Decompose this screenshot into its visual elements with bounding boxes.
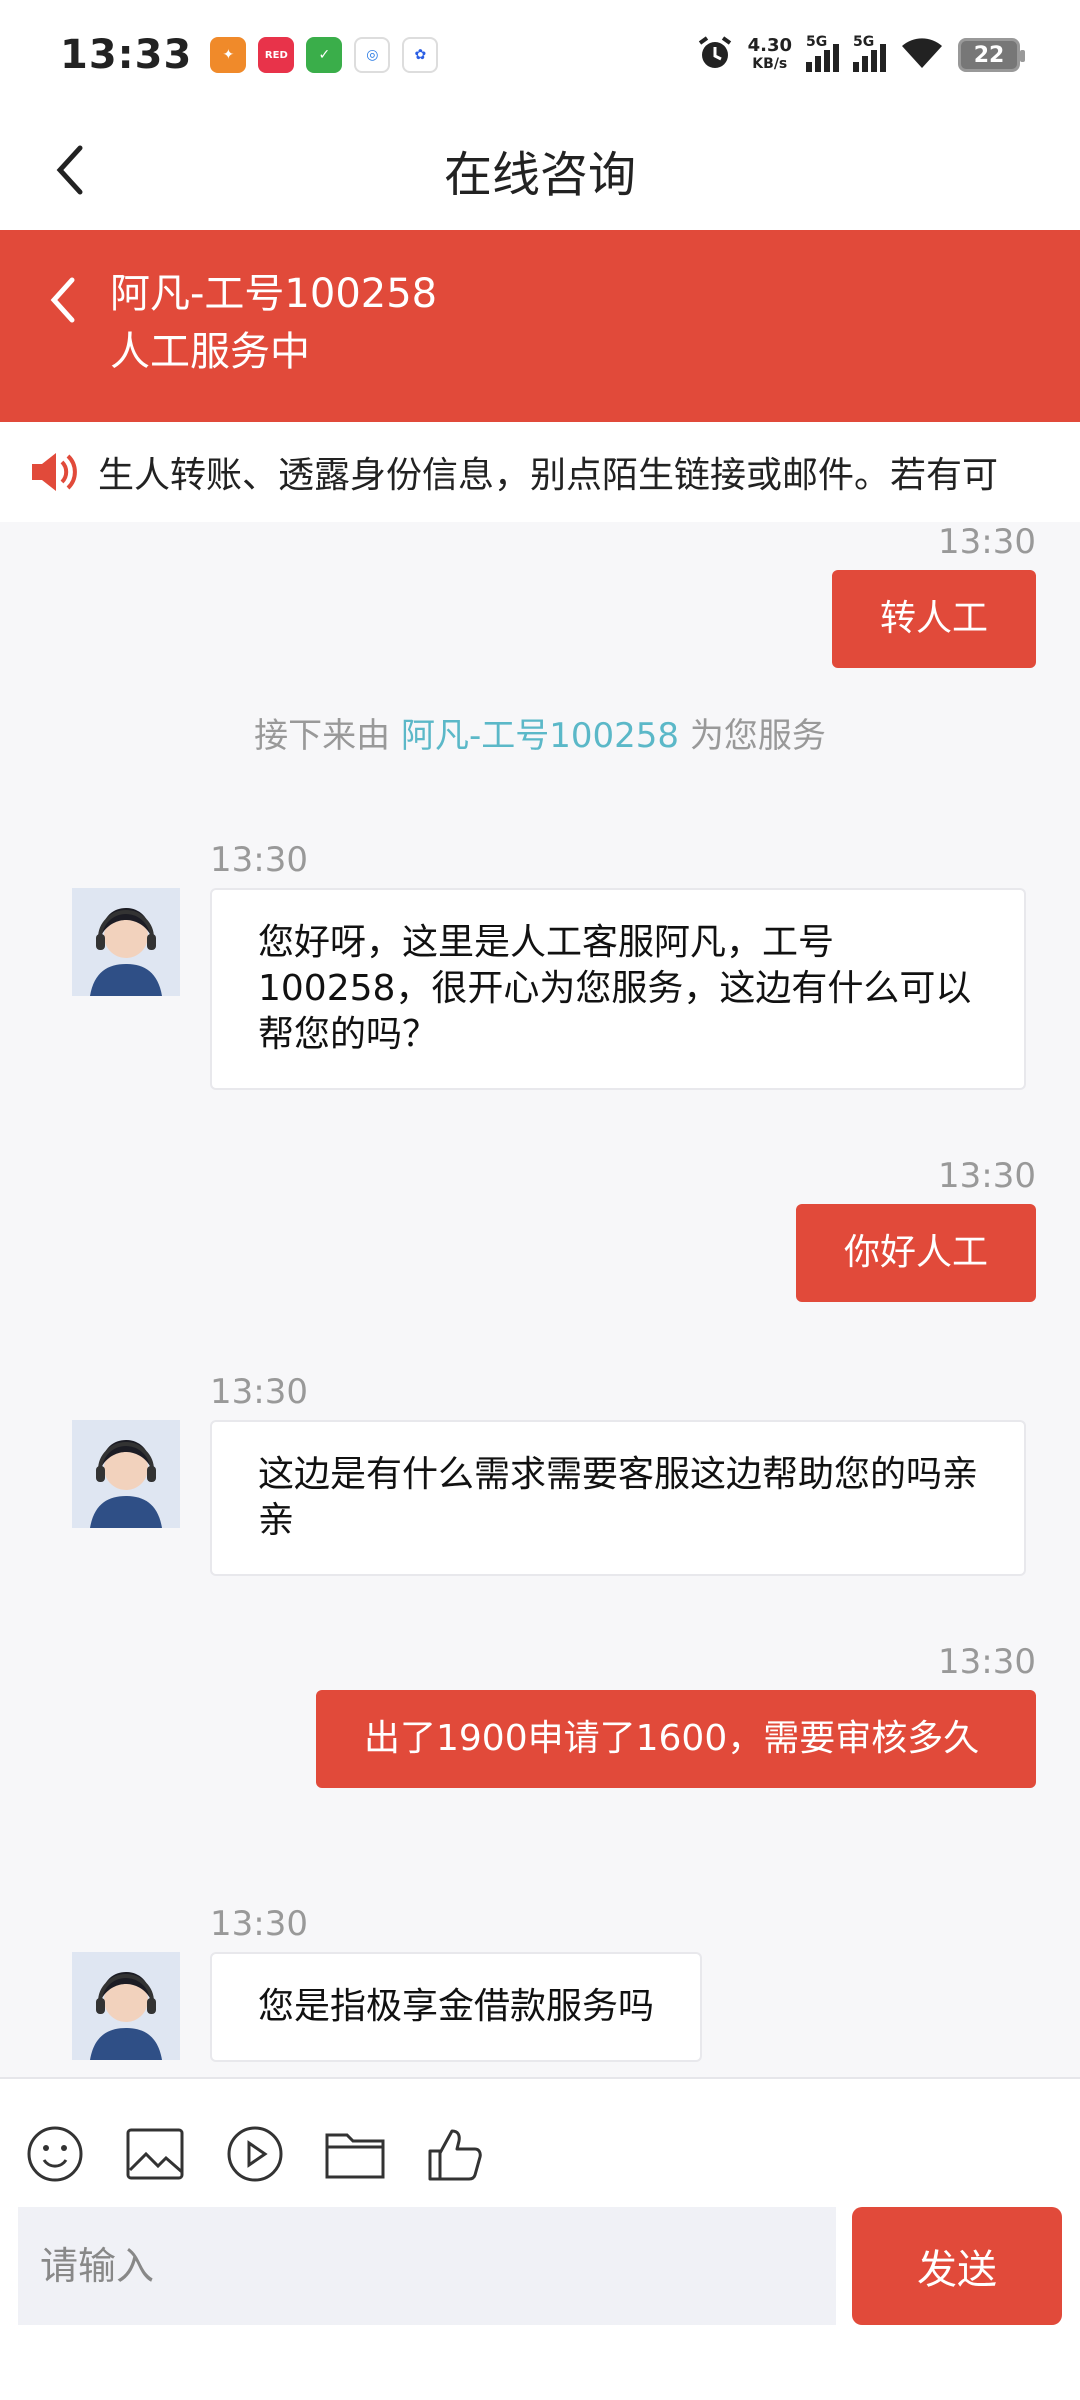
- browser-icon: ◎: [354, 37, 391, 73]
- agent-status: 人工服务中: [110, 329, 310, 375]
- agent-name: 阿凡-工号100258: [110, 271, 438, 317]
- emoji-icon: [27, 2126, 83, 2182]
- agent-message[interactable]: 您是指极享金借款服务吗: [210, 1952, 703, 2062]
- message-time: 13:30: [210, 1904, 308, 1944]
- agent-avatar: [72, 888, 180, 996]
- status-time: 13:33: [60, 32, 193, 78]
- back-button[interactable]: [30, 130, 110, 210]
- chat-area[interactable]: 13:30 转人工 接下来由 阿凡-工号100258 为您服务 13:30 您好…: [0, 522, 1080, 2077]
- agent-message[interactable]: 您好呀，这里是人工客服阿凡，工号100258，很开心为您服务，这边有什么可以帮您…: [210, 888, 1026, 1090]
- chevron-left-icon[interactable]: [40, 270, 90, 330]
- message-time: 13:30: [938, 522, 1036, 562]
- battery-icon: 22: [958, 38, 1025, 72]
- wifi-icon: [900, 36, 944, 75]
- system-text: 为您服务: [679, 716, 826, 756]
- notification-icons: ✦ RED ✓ ◎ ✿: [210, 37, 439, 73]
- navigation-bar: 在线咨询: [0, 110, 1080, 230]
- composer-toolbar: [0, 2079, 1080, 2185]
- image-button[interactable]: [124, 2123, 186, 2185]
- sim2-label: 5G: [853, 34, 875, 50]
- user-message[interactable]: 转人工: [831, 570, 1036, 668]
- agent-avatar: [72, 1952, 180, 2060]
- video-button[interactable]: [224, 2123, 286, 2185]
- emoji-button[interactable]: [24, 2123, 86, 2185]
- signal-icon: 5G: [806, 34, 839, 72]
- agent-banner: 阿凡-工号100258 人工服务中: [0, 230, 1080, 422]
- agent-message[interactable]: 这边是有什么需求需要客服这边帮助您的吗亲亲: [210, 1420, 1026, 1576]
- app-notification-icon: ✦: [210, 37, 247, 73]
- message-time: 13:30: [938, 1156, 1036, 1196]
- notice-text: 生人转账、透露身份信息，别点陌生链接或邮件。若有可: [98, 455, 999, 496]
- file-button[interactable]: [324, 2123, 386, 2185]
- message-input[interactable]: [18, 2207, 836, 2325]
- thumbs-up-icon: [428, 2129, 482, 2181]
- page-title: 在线咨询: [443, 147, 636, 203]
- folder-icon: [325, 2133, 385, 2179]
- xiaohongshu-icon: RED: [258, 37, 295, 73]
- play-icon: [227, 2126, 283, 2182]
- alarm-icon: [696, 34, 734, 77]
- system-text: 接下来由: [254, 716, 401, 756]
- system-message: 接下来由 阿凡-工号100258 为您服务: [0, 708, 1080, 757]
- check-app-icon: ✓: [306, 37, 343, 73]
- speed-unit: KB/s: [752, 56, 788, 72]
- baidu-icon: ✿: [402, 37, 439, 73]
- rate-button[interactable]: [424, 2123, 486, 2185]
- message-time: 13:30: [938, 1642, 1036, 1682]
- send-button[interactable]: 发送: [852, 2207, 1062, 2325]
- user-message[interactable]: 出了1900申请了1600，需要审核多久: [316, 1690, 1036, 1788]
- chevron-left-icon: [56, 145, 83, 195]
- user-message[interactable]: 你好人工: [795, 1204, 1036, 1302]
- image-icon: [126, 2128, 184, 2180]
- message-time: 13:30: [210, 1372, 308, 1412]
- agent-avatar: [72, 1420, 180, 1528]
- speed-value: 4.30: [747, 35, 792, 56]
- agent-link[interactable]: 阿凡-工号100258: [401, 716, 679, 756]
- message-time: 13:30: [210, 840, 308, 880]
- notice-bar: 生人转账、透露身份信息，别点陌生链接或邮件。若有可: [0, 422, 1080, 522]
- network-speed: 4.30 KB/s: [748, 37, 792, 73]
- signal-icon: 5G: [853, 34, 886, 72]
- sim1-label: 5G: [806, 34, 828, 50]
- speaker-icon: [32, 453, 77, 491]
- status-bar: 13:33 ✦ RED ✓ ◎ ✿ 4.30 KB/s 5G 5G 22: [0, 0, 1080, 110]
- battery-level: 22: [973, 42, 1005, 68]
- composer: 发送: [0, 2077, 1080, 2400]
